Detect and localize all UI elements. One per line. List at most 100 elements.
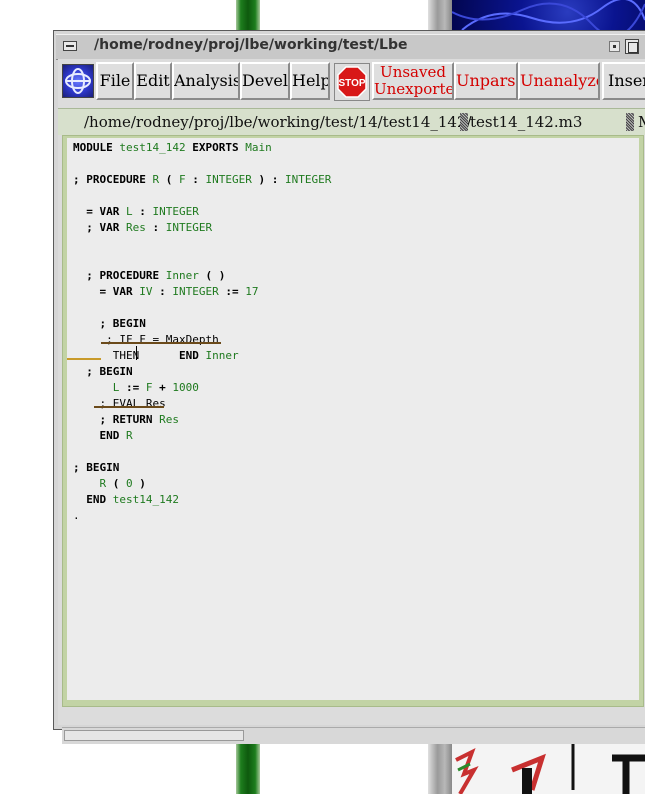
code-line[interactable]: MODULE test14_142 EXPORTS Main	[73, 140, 331, 156]
code-keyword: EXPORTS	[192, 141, 239, 154]
menu-analysis[interactable]: Analysis	[172, 62, 240, 100]
code-keyword: END	[99, 429, 120, 442]
code-keyword: BEGIN	[86, 461, 120, 474]
code-text-token: .	[73, 509, 80, 522]
app-window: /home/rodney/proj/lbe/working/test/Lbe F…	[53, 30, 645, 744]
code-line[interactable]: L := F + 1000	[73, 380, 331, 396]
toolbar: File Edit Analysis Devel Help STOP Unsav…	[58, 59, 645, 105]
path-trailing-label: M	[638, 113, 645, 131]
code-keyword: :	[139, 205, 146, 218]
code-line[interactable]	[73, 188, 331, 204]
window-title: /home/rodney/proj/lbe/working/test/Lbe	[94, 37, 408, 53]
code-line[interactable]: ; EVAL Res	[73, 396, 331, 412]
title-bar[interactable]: /home/rodney/proj/lbe/working/test/Lbe	[56, 34, 645, 60]
code-line[interactable]: = VAR L : INTEGER	[73, 204, 331, 220]
menu-file[interactable]: File	[96, 62, 134, 100]
code-keyword: END	[86, 493, 107, 506]
code-line[interactable]: R ( 0 )	[73, 476, 331, 492]
menu-edit[interactable]: Edit	[134, 62, 172, 100]
code-keyword: VAR	[112, 285, 133, 298]
unparsed-status-button[interactable]: Unparsed	[454, 62, 518, 100]
iconify-icon[interactable]	[609, 41, 620, 52]
menu-devel[interactable]: Devel	[240, 62, 290, 100]
code-editor[interactable]: MODULE test14_142 EXPORTS Main ; PROCEDUR…	[67, 138, 639, 700]
code-line[interactable]: ; RETURN Res	[73, 412, 331, 428]
maximize-icon[interactable]	[625, 39, 639, 54]
code-line[interactable]	[73, 252, 331, 268]
code-keyword: )	[218, 269, 226, 282]
code-keyword: RETURN	[112, 413, 153, 426]
code-line[interactable]: = VAR IV : INTEGER := 17	[73, 284, 331, 300]
code-identifier: 17	[245, 285, 259, 298]
code-identifier: F	[178, 173, 186, 186]
scrollbar-thumb[interactable]	[64, 730, 244, 741]
code-identifier: Main	[245, 141, 272, 154]
code-line[interactable]	[73, 156, 331, 172]
code-identifier: Inner	[205, 349, 239, 362]
code-line[interactable]: .	[73, 508, 331, 524]
menu-help[interactable]: Help	[290, 62, 330, 100]
code-line[interactable]: END test14_142	[73, 492, 331, 508]
insert-mode-button[interactable]: Insert	[602, 62, 645, 100]
code-identifier: INTEGER	[152, 205, 199, 218]
code-line[interactable]: ; BEGIN	[73, 364, 331, 380]
code-line[interactable]	[73, 300, 331, 316]
path-grip-icon[interactable]	[626, 113, 634, 131]
editor-frame: MODULE test14_142 EXPORTS Main ; PROCEDUR…	[62, 135, 644, 707]
code-identifier: Res	[126, 221, 146, 234]
horizontal-scrollbar[interactable]	[62, 727, 645, 744]
code-line[interactable]: ; PROCEDURE Inner ( )	[73, 268, 331, 284]
error-underline	[67, 358, 101, 360]
error-underline	[101, 342, 221, 344]
code-identifier: test14_142	[112, 493, 179, 506]
code-line[interactable]: END R	[73, 428, 331, 444]
code-line[interactable]: ; PROCEDURE R ( F : INTEGER ) : INTEGER	[73, 172, 331, 188]
code-line[interactable]: ; BEGIN	[73, 460, 331, 476]
code-text-token: ; IF F = MaxDepth	[106, 333, 219, 346]
code-text[interactable]: MODULE test14_142 EXPORTS Main ; PROCEDUR…	[73, 140, 331, 524]
code-line[interactable]: ; IF F = MaxDepth	[73, 332, 331, 348]
code-identifier: Res	[159, 413, 179, 426]
code-line[interactable]: ; VAR Res : INTEGER	[73, 220, 331, 236]
code-keyword: BEGIN	[112, 317, 146, 330]
window-client: File Edit Analysis Devel Help STOP Unsav…	[58, 59, 645, 744]
unsaved-status-button[interactable]: Unsaved Unexported	[372, 62, 454, 100]
code-identifier: test14_142	[119, 141, 186, 154]
code-keyword: :=	[225, 285, 239, 298]
directory-path[interactable]: /home/rodney/proj/lbe/working/test/14/te…	[84, 113, 472, 131]
file-name[interactable]: test14_142.m3	[470, 113, 582, 131]
code-identifier: R	[126, 429, 133, 442]
code-line[interactable]: ; BEGIN	[73, 316, 331, 332]
lbe-logo-icon[interactable]	[62, 64, 94, 98]
code-keyword: MODULE	[73, 141, 113, 154]
unanalyzed-status-button[interactable]: Unanalyzed	[518, 62, 600, 100]
code-line[interactable]: THEN END Inner	[73, 348, 331, 364]
stop-button[interactable]: STOP	[334, 63, 370, 101]
code-identifier: INTEGER	[172, 285, 219, 298]
code-keyword: :=	[126, 381, 140, 394]
window-menu-icon[interactable]	[63, 41, 77, 51]
code-line[interactable]	[73, 236, 331, 252]
code-line[interactable]	[73, 444, 331, 460]
path-grip-icon[interactable]	[460, 113, 468, 131]
